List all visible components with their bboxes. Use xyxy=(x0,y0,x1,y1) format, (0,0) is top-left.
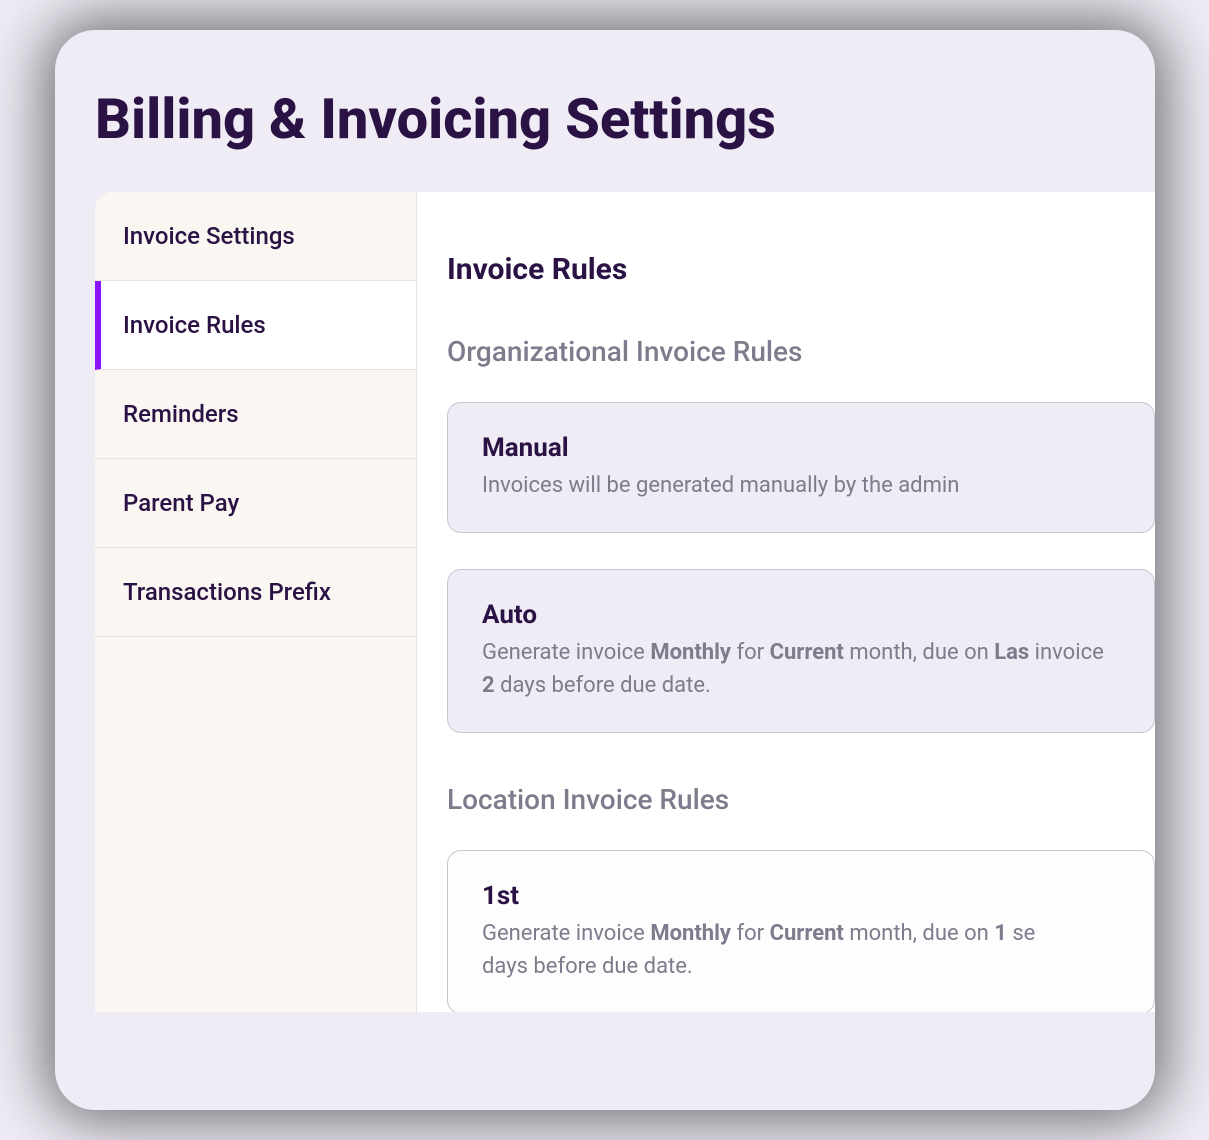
rule-title: 1st xyxy=(482,881,1120,911)
rule-desc-bold: 2 xyxy=(482,673,495,698)
rule-card-manual[interactable]: Manual Invoices will be generated manual… xyxy=(447,402,1155,533)
rule-title: Auto xyxy=(482,600,1120,630)
rule-desc-bold: Monthly xyxy=(650,921,731,946)
rule-desc-text: month, due on xyxy=(844,921,994,946)
rule-desc-text: Generate invoice xyxy=(482,921,650,946)
rule-desc-bold: Las xyxy=(994,640,1029,665)
rule-desc-bold: 1 xyxy=(994,921,1007,946)
sidebar-item-invoice-settings[interactable]: Invoice Settings xyxy=(95,192,416,281)
rule-desc-text: month, due on xyxy=(844,640,994,665)
rule-desc-text: for xyxy=(731,640,770,665)
sidebar-item-label: Invoice Rules xyxy=(123,311,266,339)
sidebar-item-label: Parent Pay xyxy=(123,489,239,517)
rule-desc-text: invoice xyxy=(1029,640,1104,665)
rule-desc-text: Generate invoice xyxy=(482,640,650,665)
rule-desc-text: se xyxy=(1007,921,1035,946)
content-title: Invoice Rules xyxy=(447,252,1155,287)
rule-desc-bold: Current xyxy=(770,921,844,946)
sidebar-item-invoice-rules[interactable]: Invoice Rules xyxy=(95,281,416,370)
rule-desc: Invoices will be generated manually by t… xyxy=(482,469,1120,502)
rule-desc-text: Invoices will be generated manually by t… xyxy=(482,473,959,498)
page-title: Billing & Invoicing Settings xyxy=(55,30,1155,192)
spacer xyxy=(447,769,1155,783)
sidebar-item-parent-pay[interactable]: Parent Pay xyxy=(95,459,416,548)
settings-content: Invoice Rules Organizational Invoice Rul… xyxy=(417,192,1155,1012)
rule-desc-bold: Monthly xyxy=(650,640,731,665)
rule-title: Manual xyxy=(482,433,1120,463)
settings-panel: Invoice Settings Invoice Rules Reminders… xyxy=(95,192,1155,1012)
settings-window: Billing & Invoicing Settings Invoice Set… xyxy=(55,30,1155,1110)
sidebar-item-label: Reminders xyxy=(123,400,239,428)
section-heading-location: Location Invoice Rules xyxy=(447,783,1155,816)
rule-desc-bold: Current xyxy=(770,640,844,665)
sidebar-item-transactions-prefix[interactable]: Transactions Prefix xyxy=(95,548,416,637)
sidebar-item-label: Invoice Settings xyxy=(123,222,295,250)
section-heading-organizational: Organizational Invoice Rules xyxy=(447,335,1155,368)
sidebar-item-reminders[interactable]: Reminders xyxy=(95,370,416,459)
rule-desc: Generate invoice Monthly for Current mon… xyxy=(482,636,1120,702)
rule-card-auto[interactable]: Auto Generate invoice Monthly for Curren… xyxy=(447,569,1155,733)
rule-desc: Generate invoice Monthly for Current mon… xyxy=(482,917,1120,983)
rule-desc-text: days before due date. xyxy=(495,673,711,698)
settings-sidebar: Invoice Settings Invoice Rules Reminders… xyxy=(95,192,417,1012)
rule-card-1st[interactable]: 1st Generate invoice Monthly for Current… xyxy=(447,850,1155,1012)
rule-desc-text: for xyxy=(731,921,770,946)
rule-desc-text: days before due date. xyxy=(482,954,693,979)
sidebar-item-label: Transactions Prefix xyxy=(123,578,331,606)
